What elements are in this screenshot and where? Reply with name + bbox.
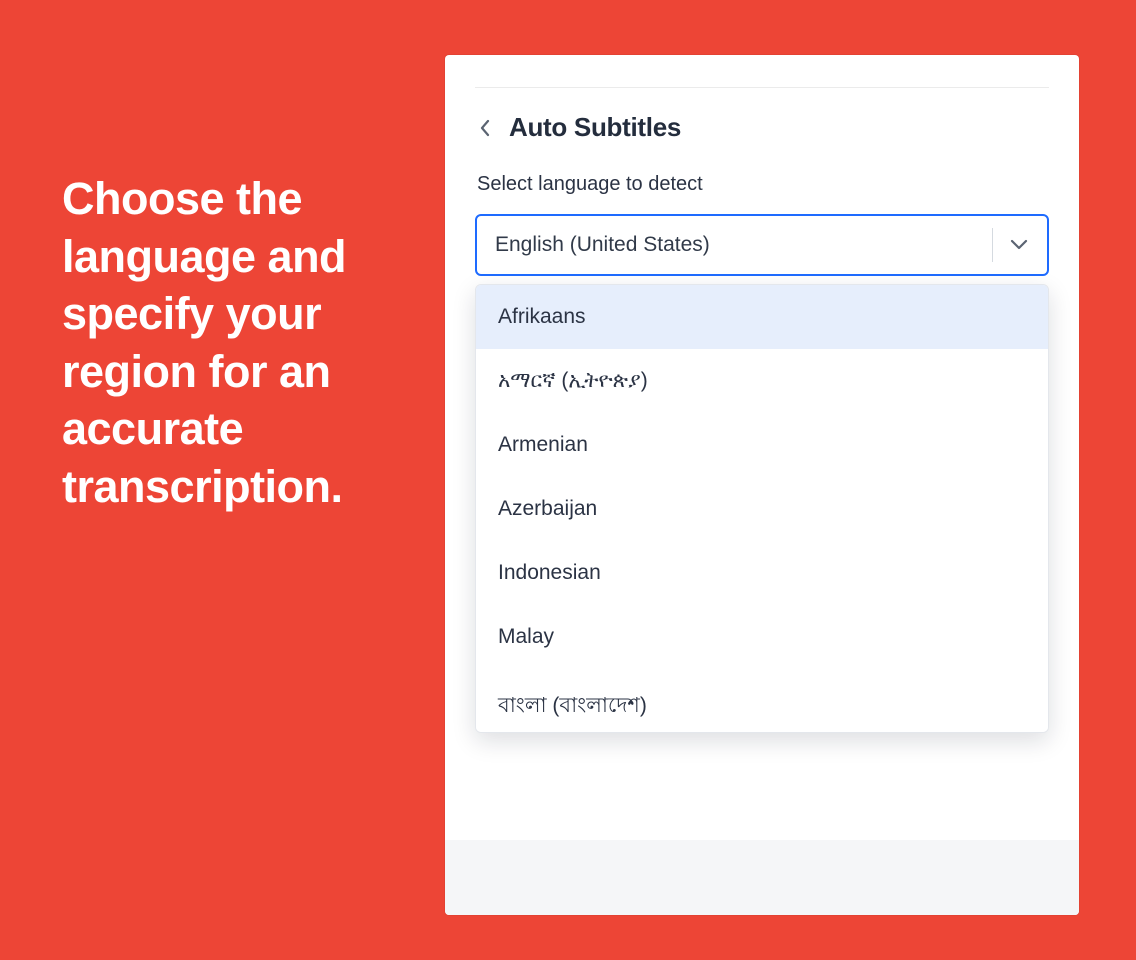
language-option[interactable]: Indonesian	[476, 541, 1048, 605]
panel-footer-area	[445, 840, 1079, 915]
panel-header: Auto Subtitles	[473, 102, 1051, 173]
language-option[interactable]: Afrikaans	[476, 285, 1048, 349]
select-divider	[992, 228, 993, 262]
language-select[interactable]: English (United States)	[475, 214, 1049, 276]
back-icon[interactable]	[479, 118, 491, 138]
select-language-label: Select language to detect	[473, 173, 1051, 214]
language-option[interactable]: Azerbaijan	[476, 477, 1048, 541]
chevron-down-icon[interactable]	[1009, 235, 1029, 255]
panel-top-divider	[475, 87, 1049, 88]
language-option[interactable]: বাংলা (বাংলাদেশ)	[476, 669, 1048, 732]
language-option[interactable]: Armenian	[476, 413, 1048, 477]
panel-title: Auto Subtitles	[509, 112, 681, 143]
language-option[interactable]: አማርኛ (ኢትዮጵያ)	[476, 349, 1048, 413]
language-select-value: English (United States)	[495, 233, 992, 257]
language-dropdown: Afrikaans አማርኛ (ኢትዮጵያ) Armenian Azerbaij…	[475, 284, 1049, 733]
auto-subtitles-panel: Auto Subtitles Select language to detect…	[445, 55, 1079, 915]
language-option[interactable]: Malay	[476, 605, 1048, 669]
hero-text: Choose the language and specify your reg…	[62, 170, 422, 516]
